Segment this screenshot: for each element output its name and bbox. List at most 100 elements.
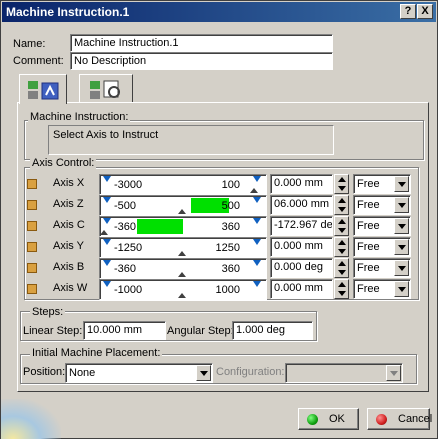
machine-inspect-icon [90, 80, 120, 99]
axis-value-field[interactable]: 0.000 mm [270, 174, 333, 194]
min-marker-icon [103, 197, 111, 203]
axis-min: -1000 [114, 284, 143, 296]
tab-axis-instruction[interactable] [19, 74, 67, 104]
comment-field[interactable]: No Description [70, 52, 333, 70]
axis-mode-select[interactable]: Free [353, 258, 411, 278]
axis-min: -3000 [114, 179, 143, 191]
axis-range-fill [137, 219, 183, 234]
axis-lock-icon[interactable] [27, 242, 37, 252]
axis-min: -1250 [114, 242, 143, 254]
axis-slider[interactable]: -500 500 [99, 195, 267, 216]
axis-mode-select[interactable]: Free [353, 174, 411, 194]
axis-mode-value: Free [357, 220, 380, 232]
axis-spinner[interactable] [334, 174, 349, 194]
axis-label: Axis W [53, 282, 88, 294]
axis-mode-select[interactable]: Free [353, 237, 411, 257]
axis-lock-icon[interactable] [27, 200, 37, 210]
position-select[interactable]: None [65, 363, 213, 383]
position-label: Position: [23, 366, 66, 378]
axis-instruction-icon [28, 81, 59, 100]
angular-step-field[interactable]: 1.000 deg [232, 321, 313, 340]
max-marker-icon [253, 176, 261, 182]
window-title: Machine Instruction.1 [6, 5, 130, 19]
axis-label: Axis Z [53, 198, 84, 210]
chevron-down-icon[interactable] [394, 218, 409, 234]
axis-slider[interactable]: -1250 1250 [99, 237, 267, 258]
axis-slider[interactable]: -360 360 [99, 216, 267, 237]
ok-icon [307, 414, 318, 425]
tab-machine-inspect[interactable] [79, 74, 133, 102]
axis-label: Axis Y [53, 240, 84, 252]
slider-thumb[interactable] [178, 251, 186, 256]
axis-spinner[interactable] [334, 237, 349, 257]
chevron-down-icon[interactable] [394, 281, 409, 297]
max-marker-icon [253, 197, 261, 203]
axis-max: 360 [221, 221, 240, 233]
chevron-down-icon[interactable] [394, 197, 409, 213]
slider-thumb[interactable] [178, 209, 186, 214]
cancel-icon [376, 414, 387, 425]
min-marker-icon [103, 176, 111, 182]
chevron-down-icon[interactable] [394, 176, 409, 192]
axis-max: 500 [221, 200, 240, 212]
axis-label: Axis B [53, 261, 85, 273]
linear-step-field[interactable]: 10.000 mm [83, 321, 166, 340]
configuration-label: Configuration: [216, 366, 285, 378]
max-marker-icon [253, 281, 261, 287]
axis-lock-icon[interactable] [27, 284, 37, 294]
axis-label: Axis X [53, 177, 85, 189]
axis-slider[interactable]: -3000 100 [99, 174, 267, 195]
axis-mode-select[interactable]: Free [353, 279, 411, 299]
cancel-label: Cancel [398, 413, 433, 425]
instruction-text: Select Axis to Instruct [48, 125, 334, 155]
cancel-button[interactable]: Cancel [367, 408, 433, 430]
name-field[interactable]: Machine Instruction.1 [70, 34, 333, 52]
axis-min: -500 [114, 200, 137, 212]
axis-spinner[interactable] [334, 195, 349, 215]
axis-value-field[interactable]: 0.000 mm [270, 279, 333, 299]
configuration-select [285, 363, 403, 383]
axis-mode-select[interactable]: Free [353, 216, 411, 236]
axis-value-field[interactable]: 0.000 deg [270, 258, 333, 278]
slider-thumb[interactable] [178, 272, 186, 277]
machine-instruction-dialog: Machine Instruction.1 ? X Name: Machine … [0, 0, 438, 439]
slider-thumb[interactable] [250, 188, 258, 193]
axis-mode-select[interactable]: Free [353, 195, 411, 215]
axis-mode-value: Free [357, 241, 380, 253]
chevron-down-icon[interactable] [394, 239, 409, 255]
machine-instruction-title: Machine Instruction: [28, 111, 131, 123]
axis-slider[interactable]: -360 360 [99, 258, 267, 279]
ok-button[interactable]: OK [298, 408, 359, 430]
axis-min: -360 [114, 263, 137, 275]
placement-title: Initial Machine Placement: [30, 347, 163, 359]
axis-value-field[interactable]: 0.000 mm [270, 237, 333, 257]
axis-value-field[interactable]: 06.000 mm [270, 195, 333, 215]
angular-step-label: Angular Step: [167, 325, 234, 337]
axis-slider[interactable]: -1000 1000 [99, 279, 267, 300]
max-marker-icon [253, 218, 261, 224]
close-button[interactable]: X [417, 4, 433, 19]
axis-lock-icon[interactable] [27, 179, 37, 189]
min-marker-icon [103, 218, 111, 224]
axis-max: 1000 [215, 284, 240, 296]
slider-thumb[interactable] [178, 293, 186, 298]
chevron-down-icon[interactable] [394, 260, 409, 276]
axis-label: Axis C [53, 219, 85, 231]
axis-mode-value: Free [357, 262, 380, 274]
chevron-down-icon [386, 365, 401, 381]
axis-lock-icon[interactable] [27, 263, 37, 273]
title-bar: Machine Instruction.1 ? X [2, 2, 436, 22]
catia-logo-icon [1, 399, 61, 439]
axis-max: 1250 [215, 242, 240, 254]
axis-lock-icon[interactable] [27, 221, 37, 231]
axis-spinner[interactable] [334, 279, 349, 299]
chevron-down-icon[interactable] [196, 365, 211, 381]
axis-spinner[interactable] [334, 258, 349, 278]
axis-mode-value: Free [357, 199, 380, 211]
linear-step-label: Linear Step: [23, 325, 83, 337]
axis-value-field[interactable]: -172.967 deg [270, 216, 333, 236]
help-button[interactable]: ? [400, 4, 416, 19]
name-label: Name: [13, 38, 46, 50]
axis-spinner[interactable] [334, 216, 349, 236]
slider-thumb[interactable] [100, 230, 108, 235]
